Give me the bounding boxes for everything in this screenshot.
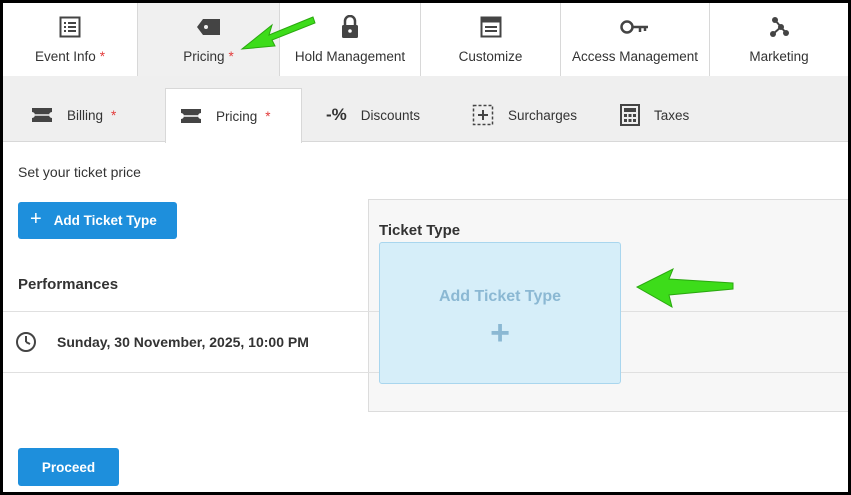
price-tag-icon [196,14,222,40]
subtab-surcharges[interactable]: Surcharges [472,88,577,142]
plus-icon: + [30,208,42,230]
required-marker: * [99,49,106,64]
instruction-text: Set your ticket price [18,164,141,180]
card-label: Add Ticket Type [438,288,562,305]
performance-row[interactable]: Sunday, 30 November, 2025, 10:00 PM [3,312,368,372]
dashed-plus-icon [472,104,494,126]
annotation-arrow-icon [635,267,734,309]
tab-label: Customize [458,49,523,64]
sub-tab-bar: Billing * Pricing * -% Discounts Surcharge… [3,76,848,143]
performances-heading: Performances [18,276,119,293]
proceed-button[interactable]: Proceed [18,448,119,486]
button-label: Add Ticket Type [53,213,157,228]
plus-icon: + [490,314,510,352]
minus-percent-icon: -% [326,105,347,124]
lock-icon [341,14,359,40]
ticket-icon [31,107,53,123]
browser-window-icon [480,14,502,40]
subtab-pricing[interactable]: Pricing * [165,88,302,143]
tab-marketing[interactable]: Marketing [710,3,848,76]
app-frame: Event Info * Pricing * Hold Management Cus… [3,3,848,492]
clock-icon [15,331,37,353]
performance-date: Sunday, 30 November, 2025, 10:00 PM [57,334,309,350]
tab-label: Access Management [571,49,699,64]
tab-label: Marketing [749,49,809,64]
subtab-label: Billing [67,107,104,123]
subtab-discounts[interactable]: -% Discounts [326,88,420,142]
required-marker: * [111,107,117,123]
subtab-taxes[interactable]: Taxes [620,88,689,142]
add-ticket-type-card[interactable]: Add Ticket Type + [379,242,621,384]
subtab-label: Surcharges [508,107,578,123]
subtab-label: Pricing [216,108,258,124]
subtab-billing[interactable]: Billing * [31,88,116,142]
ticket-type-heading: Ticket Type [379,222,461,239]
add-ticket-type-button[interactable]: + Add Ticket Type [18,202,177,239]
tab-event-info[interactable]: Event Info * [3,3,138,76]
top-tab-bar: Event Info * Pricing * Hold Management Cus… [3,3,848,76]
tab-label: Pricing [183,49,225,64]
calculator-icon [620,104,640,126]
subtab-label: Taxes [654,107,690,123]
tab-access-management[interactable]: Access Management [561,3,710,76]
share-icon [768,14,790,40]
tab-label: Event Info [34,49,96,64]
annotation-arrow-icon [240,16,316,50]
required-marker: * [265,108,271,124]
required-marker: * [228,49,234,64]
key-icon [620,14,650,40]
list-icon [59,14,81,40]
subtab-label: Discounts [360,107,421,123]
tab-customize[interactable]: Customize [421,3,561,76]
ticket-icon [180,108,202,124]
